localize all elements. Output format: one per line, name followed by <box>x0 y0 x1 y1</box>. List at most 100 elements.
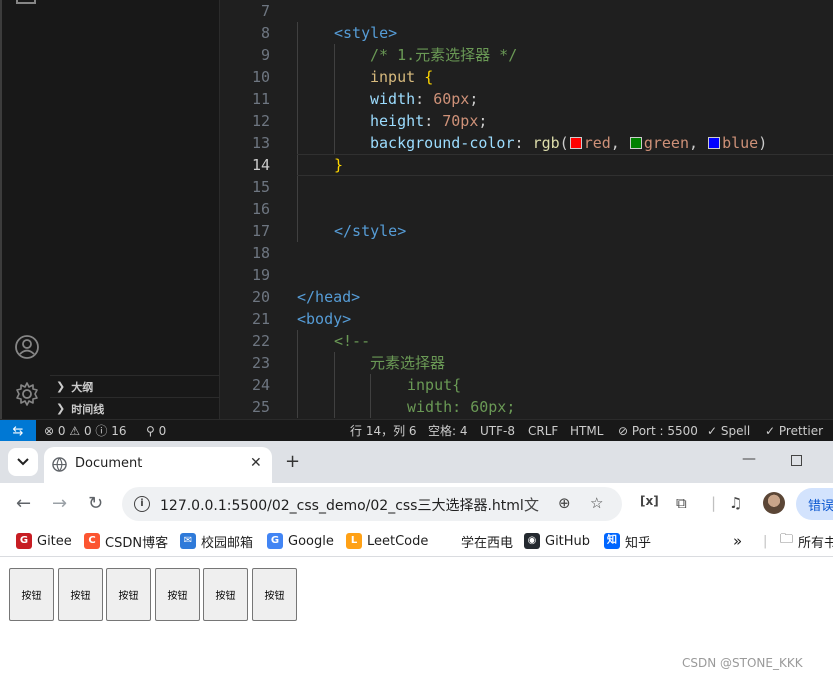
extensions-puzzle-icon[interactable]: ⧉ <box>676 494 687 512</box>
bookmark-item[interactable]: 学在西电 <box>461 532 514 551</box>
code-line[interactable]: 13 background-color: rgb(red, green, blue… <box>220 132 833 154</box>
code-line[interactable]: 19 <box>220 264 833 286</box>
indent-guide <box>297 198 298 220</box>
active-tab[interactable]: Document ✕ <box>44 447 272 483</box>
new-tab-plus-icon[interactable]: + <box>285 451 300 472</box>
code-text: </head> <box>297 286 360 308</box>
code-line[interactable]: 8 <style> <box>220 22 833 44</box>
code-line[interactable]: 11 width: 60px; <box>220 88 833 110</box>
outline-section[interactable]: ❯ 大纲 <box>50 375 219 397</box>
code-token: height <box>370 112 425 130</box>
url-text[interactable]: 127.0.0.1:5500/02_css_demo/02_css三大选择器.h… <box>160 495 524 515</box>
line-number: 10 <box>251 68 270 86</box>
bookmark-item[interactable]: ◉ GitHub <box>524 532 590 550</box>
code-line[interactable]: 17 </style> <box>220 220 833 242</box>
page-button[interactable]: 按钮 <box>106 568 151 621</box>
indent-guide <box>334 88 335 110</box>
code-line[interactable]: 24 input{ <box>220 374 833 396</box>
more-bookmarks-chevron-icon[interactable]: » <box>733 532 742 550</box>
code-line[interactable]: 14} <box>220 154 833 176</box>
code-text: } <box>334 154 343 176</box>
cursor-position[interactable]: 行 14，列 6 <box>350 420 417 442</box>
code-line[interactable]: 15 <box>220 176 833 198</box>
code-text: input{ <box>407 374 461 396</box>
code-line[interactable]: 20 </head> <box>220 286 833 308</box>
code-token: blue <box>722 134 759 152</box>
bookmark-favicon-icon: ✉ <box>180 533 196 549</box>
indent-guide <box>297 44 298 66</box>
prettier-status[interactable]: ✓ Prettier <box>765 420 823 442</box>
remote-indicator-button[interactable]: ⇆ <box>0 420 36 442</box>
code-text: height: 70px; <box>370 110 487 132</box>
all-bookmarks-folder[interactable]: 🗀 所有书 <box>780 532 833 551</box>
accounts-icon[interactable] <box>14 334 40 360</box>
page-button[interactable]: 按钮 <box>252 568 297 621</box>
code-editor[interactable]: 7 8 <style> 9 /* 1.元素选择器 */ 10 input {11 width:… <box>220 0 833 419</box>
code-line[interactable]: 7 <box>220 0 833 22</box>
profile-avatar[interactable] <box>763 492 785 514</box>
code-line[interactable]: 12 height: 70px; <box>220 110 833 132</box>
ports-indicator[interactable]: ⚲ 0 <box>146 420 166 442</box>
line-number: 9 <box>260 46 270 64</box>
maximize-icon[interactable] <box>791 455 802 466</box>
blue-color-swatch[interactable] <box>708 137 721 149</box>
code-text: input { <box>370 66 433 88</box>
bookmark-item[interactable]: L LeetCode <box>346 532 428 550</box>
translate-icon[interactable]: 文 <box>524 494 539 515</box>
code-extension-icon[interactable]: [x] <box>640 494 659 508</box>
timeline-section[interactable]: ❯ 时间线 <box>50 397 219 419</box>
code-token: /* 1.元素选择器 */ <box>370 46 518 64</box>
chevron-right-icon: ❯ <box>56 380 66 393</box>
code-text: background-color: rgb(red, green, blue) <box>370 132 767 154</box>
page-button[interactable]: 按钮 <box>58 568 103 621</box>
page-button[interactable]: 按钮 <box>9 568 54 621</box>
encoding-setting[interactable]: UTF-8 <box>480 420 515 442</box>
page-button[interactable]: 按钮 <box>203 568 248 621</box>
code-line[interactable]: 18 <box>220 242 833 264</box>
bookmarks-divider: | <box>763 533 768 549</box>
code-line[interactable]: 10 input { <box>220 66 833 88</box>
minimize-icon[interactable]: — <box>742 451 756 467</box>
indentation-setting[interactable]: 空格: 4 <box>428 420 468 442</box>
line-number: 7 <box>260 2 270 20</box>
code-line[interactable]: 21 <body> <box>220 308 833 330</box>
bookmark-item[interactable]: 知知乎 <box>604 532 651 551</box>
code-line[interactable]: 22 <!-- <box>220 330 833 352</box>
bookmark-label: 学在西电 <box>461 535 514 551</box>
bookmark-favicon-icon: G <box>267 533 283 549</box>
folder-icon: 🗀 <box>780 532 794 547</box>
bookmark-label: 校园邮箱 <box>201 535 254 551</box>
address-bar[interactable]: i 127.0.0.1:5500/02_css_demo/02_css三大选择器… <box>122 487 622 521</box>
bookmark-item[interactable]: C CSDN博客 <box>84 532 168 551</box>
bookmark-item[interactable]: G Gitee <box>16 532 72 550</box>
code-line[interactable]: 16 <box>220 198 833 220</box>
bookmark-item[interactable]: G Google <box>267 532 334 550</box>
close-icon[interactable]: ✕ <box>250 455 262 471</box>
live-server-port[interactable]: ⊘ Port : 5500 <box>618 420 698 442</box>
site-info-icon[interactable]: i <box>134 496 150 512</box>
green-color-swatch[interactable] <box>629 137 642 149</box>
bookmark-star-icon[interactable]: ☆ <box>590 494 603 512</box>
tab-search-button[interactable] <box>8 448 38 476</box>
reload-icon[interactable]: ↻ <box>88 493 103 514</box>
code-token: 60px <box>433 90 470 108</box>
forward-arrow-icon[interactable]: → <box>52 493 67 514</box>
language-mode[interactable]: HTML <box>570 420 603 442</box>
spell-check[interactable]: ✓ Spell <box>707 420 750 442</box>
problems-indicator[interactable]: ⊗ 0 ⚠ 0 ⓘ 16 <box>44 420 127 442</box>
code-text: <body> <box>297 308 351 330</box>
error-button[interactable]: 错误 <box>796 488 833 520</box>
code-line[interactable]: 23 元素选择器 <box>220 352 833 374</box>
zoom-icon[interactable]: ⊕ <box>558 494 571 512</box>
media-control-icon[interactable]: ♫ <box>729 494 742 512</box>
settings-gear-icon[interactable] <box>14 381 40 407</box>
back-arrow-icon[interactable]: ← <box>16 493 31 514</box>
code-line[interactable]: 9 /* 1.元素选择器 */ <box>220 44 833 66</box>
page-button[interactable]: 按钮 <box>155 568 200 621</box>
red-color-swatch[interactable] <box>569 137 582 149</box>
bookmark-item[interactable]: ✉ 校园邮箱 <box>180 532 254 551</box>
code-line[interactable]: 25 width: 60px; <box>220 396 833 418</box>
eol-setting[interactable]: CRLF <box>528 420 558 442</box>
indent-guide <box>334 396 335 418</box>
extensions-icon[interactable] <box>16 0 36 4</box>
